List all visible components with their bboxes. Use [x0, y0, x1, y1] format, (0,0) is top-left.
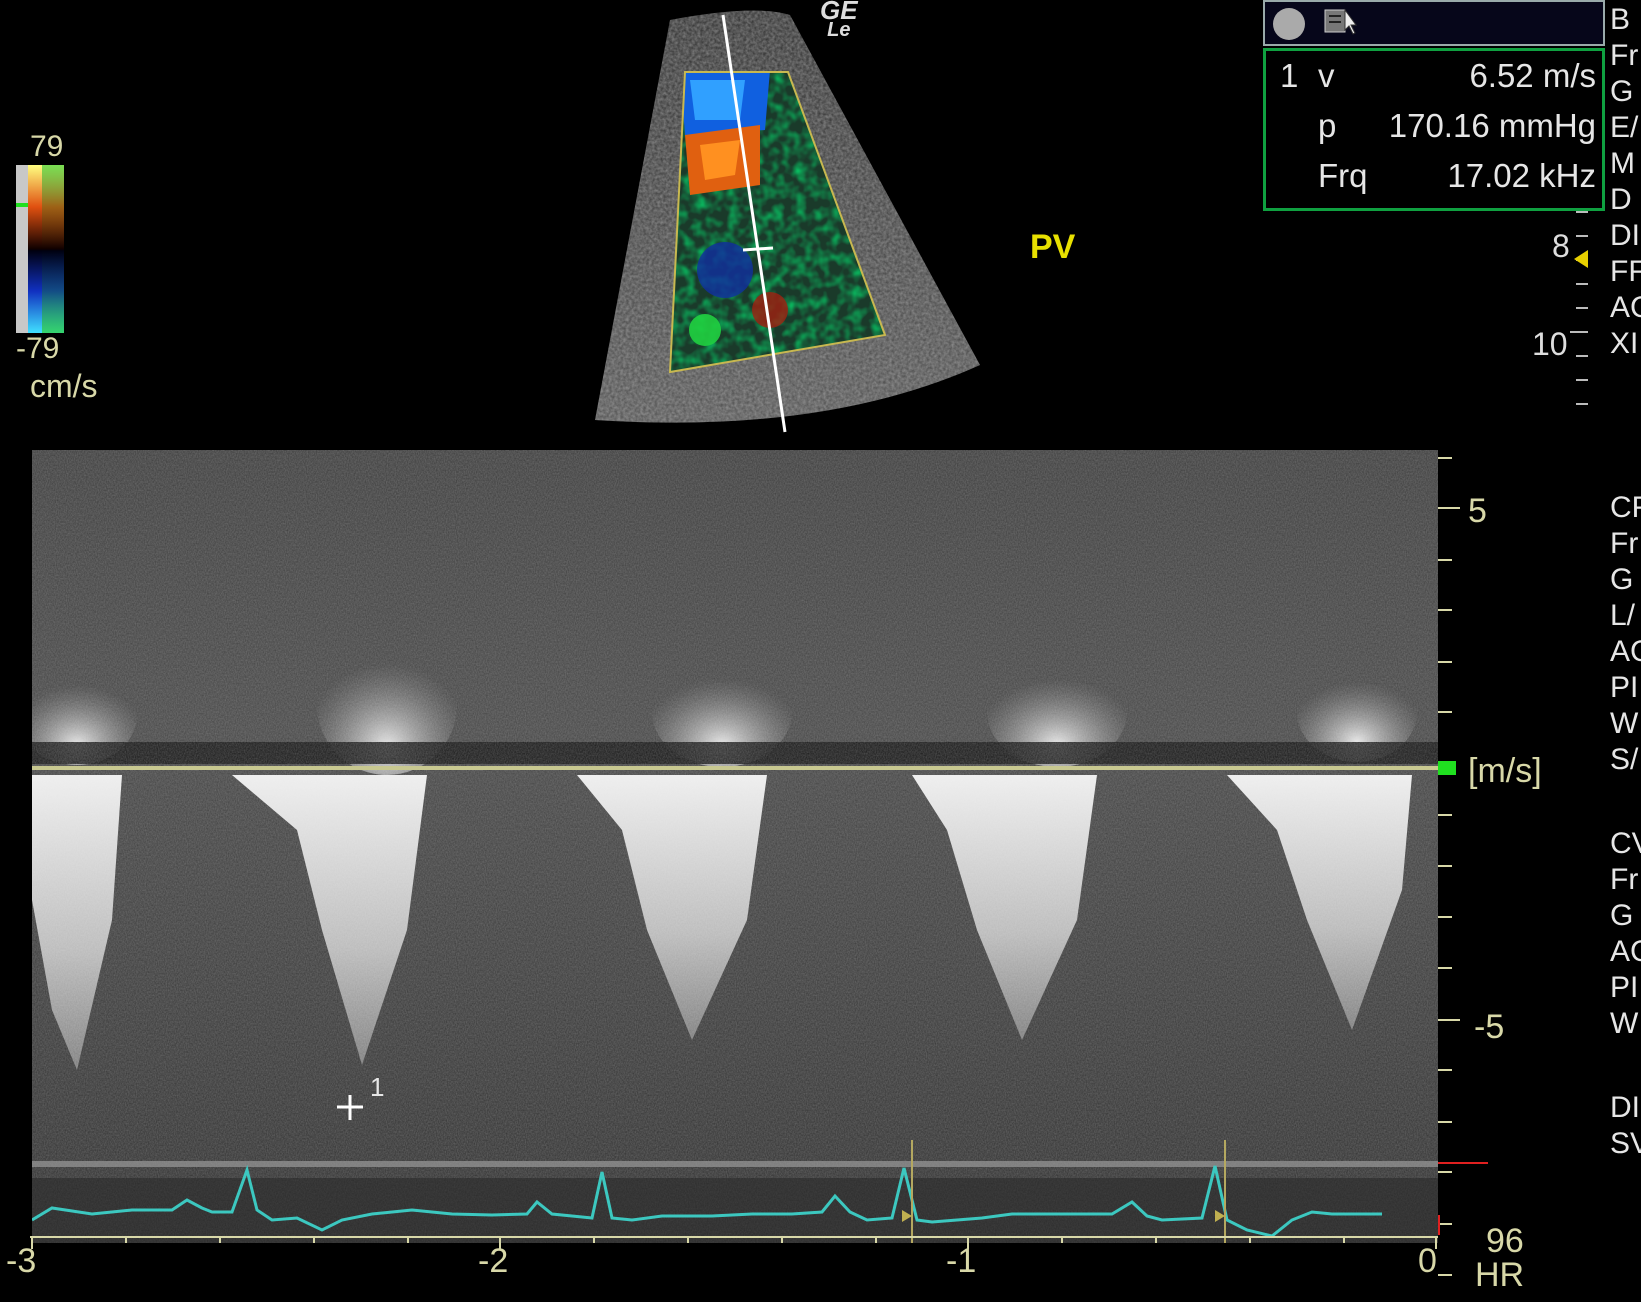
measure-tool-icon[interactable] — [1323, 6, 1357, 36]
side-label: W — [1610, 707, 1639, 740]
measurement-results-box: 1 v 6.52 m/s p 170.16 mmHg Frq 17.02 kHz — [1263, 48, 1605, 211]
measurement-label: Frq — [1318, 157, 1368, 194]
side-label: Fr — [1610, 527, 1639, 560]
side-label: Fr — [1610, 39, 1639, 72]
record-button-icon[interactable] — [1273, 8, 1305, 40]
time-axis — [30, 1236, 1438, 1249]
measurement-toolbar — [1263, 0, 1605, 46]
side-label: M — [1610, 147, 1635, 180]
side-label: Fr — [1610, 863, 1639, 896]
velocity-unit-label: [m/s] — [1468, 752, 1542, 790]
depth-label: 10 — [1532, 326, 1568, 362]
side-label: CF — [1610, 491, 1641, 524]
side-label: G — [1610, 899, 1634, 932]
baseline-marker-icon — [1438, 761, 1456, 775]
time-tick-label: 0 — [1418, 1242, 1437, 1280]
time-tick-label: -3 — [6, 1242, 37, 1280]
side-panel-bottom: DI SV — [1610, 1090, 1641, 1162]
measurement-index: 1 — [1280, 57, 1299, 94]
side-label: FF — [1610, 255, 1641, 288]
side-label: G — [1610, 75, 1634, 108]
depth-label: 8 — [1552, 228, 1570, 264]
side-panel-mid: CF Fr G L/ AC PI W S/ — [1610, 490, 1641, 778]
measurement-label: p — [1318, 107, 1337, 144]
side-label: S/ — [1610, 743, 1639, 776]
time-tick-label: -1 — [946, 1242, 977, 1280]
side-label: W — [1610, 1007, 1639, 1040]
side-label: B — [1610, 3, 1631, 36]
heart-rate-label: HR — [1475, 1256, 1525, 1294]
color-scale-min: -79 — [16, 332, 60, 365]
spectral-doppler-display — [32, 450, 1438, 1243]
side-label: G — [1610, 563, 1634, 596]
cursor-label: 1 — [370, 1072, 385, 1102]
side-label: SV — [1610, 1127, 1641, 1160]
measurement-row-velocity: 1 v 6.52 m/s — [1266, 57, 1602, 107]
side-label: PI — [1610, 971, 1639, 1004]
measurement-value: 17.02 kHz — [1447, 157, 1596, 194]
side-label: CV — [1610, 827, 1641, 860]
side-label: AC — [1610, 291, 1641, 324]
color-velocity-scale — [16, 165, 64, 333]
side-label: E/ — [1610, 111, 1639, 144]
side-label: DI — [1610, 1091, 1640, 1124]
side-label: D — [1610, 183, 1632, 216]
color-scale-max: 79 — [30, 130, 64, 163]
measurement-label: v — [1318, 57, 1335, 94]
focus-marker-icon — [1574, 250, 1588, 268]
measurement-value: 6.52 m/s — [1469, 57, 1596, 94]
color-doppler-sector-image — [595, 10, 980, 433]
velocity-scale — [1438, 457, 1488, 1276]
measurement-row-pressure: p 170.16 mmHg — [1266, 107, 1602, 157]
side-label: AC — [1610, 635, 1641, 668]
time-tick-label: -2 — [478, 1242, 509, 1280]
measurement-value: 170.16 mmHg — [1388, 107, 1596, 144]
side-panel-low: CV Fr G AC PI W — [1610, 826, 1641, 1042]
color-scale-unit: cm/s — [30, 368, 98, 404]
side-label: PI — [1610, 671, 1639, 704]
side-label: XI — [1610, 327, 1639, 360]
side-label: L/ — [1610, 599, 1636, 632]
side-label: AC — [1610, 935, 1641, 968]
velocity-tick-label: -5 — [1474, 1008, 1505, 1046]
velocity-tick-label: 5 — [1468, 492, 1487, 530]
side-label: DI — [1610, 219, 1640, 252]
side-panel-top: B Fr G E/ M D DI FF AC XI — [1610, 2, 1641, 362]
view-label: PV — [1030, 228, 1076, 266]
